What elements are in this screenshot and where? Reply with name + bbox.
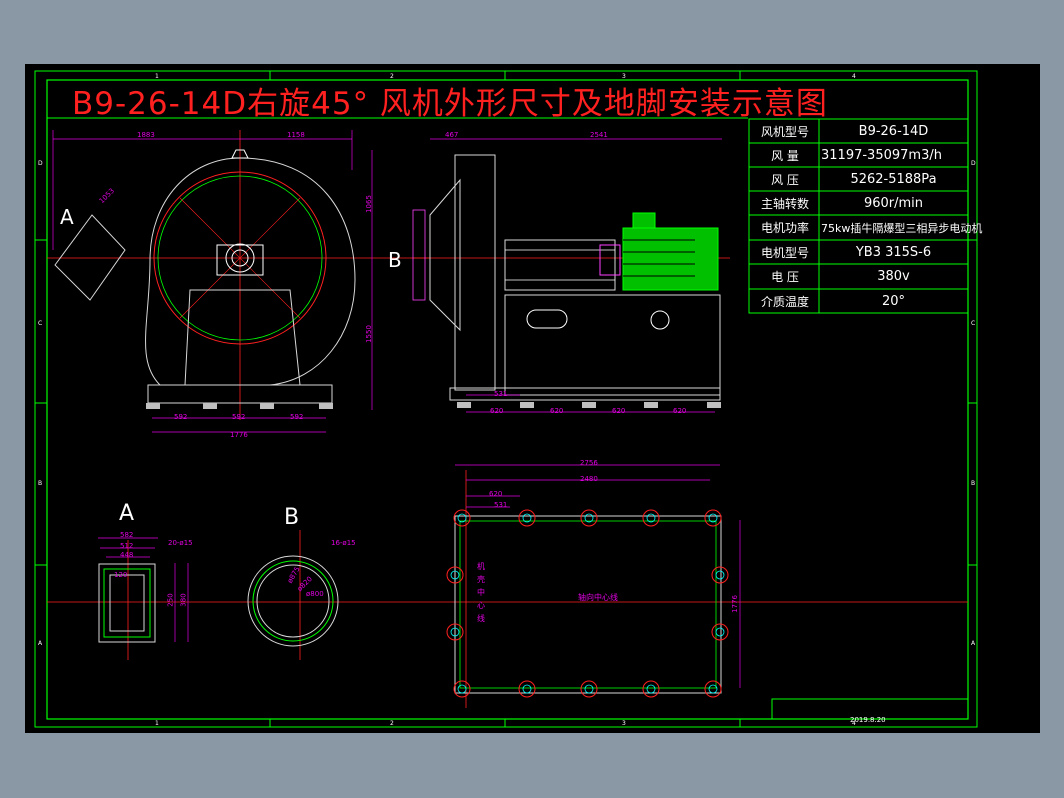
spec-label-5: 电机型号: [760, 245, 809, 260]
spec-label-1: 风 量: [771, 148, 799, 163]
dim-side-top-left: 467: [445, 131, 459, 139]
dim-plan-inner: 2480: [580, 475, 598, 483]
spec-value-7: 20°: [881, 293, 906, 309]
grid-row-label: B: [38, 480, 43, 487]
spec-label-0: 风机型号: [760, 124, 809, 139]
grid-col-label: 1: [155, 73, 159, 80]
dim-side-531: 531: [494, 390, 508, 398]
dim-front-height-lower: 1550: [364, 325, 373, 343]
plan-axis-label: 轴向中心线: [578, 593, 618, 602]
dim-a-h1: 250: [166, 593, 175, 607]
grid-col-label: 1: [155, 720, 159, 727]
dim-plan-total: 2756: [580, 459, 598, 467]
grid-col-label: 2: [390, 720, 394, 727]
spec-value-4: 75kw插牛隔爆型三相异步电动机: [821, 221, 983, 235]
dim-plan-height: 1776: [730, 595, 739, 613]
dim-plan-531: 531: [494, 501, 508, 509]
dim-front-bottom-3: 592: [290, 413, 304, 421]
dim-a-w3: 448: [120, 551, 134, 559]
dim-b-d3: ø800: [306, 590, 324, 598]
spec-value-5: YB3 315S-6: [855, 244, 932, 260]
view-label-b: B: [388, 248, 402, 272]
spec-value-0: B9-26-14D: [858, 123, 929, 139]
dim-front-top-left: 1883: [137, 131, 155, 139]
grid-row-label: D: [38, 160, 43, 167]
spec-value-1: 31197-35097m3/h: [821, 147, 942, 163]
grid-row-label: B: [971, 480, 976, 487]
spec-label-3: 主轴转数: [760, 196, 809, 211]
dim-a-w2: 512: [120, 542, 134, 550]
dim-front-bottom-2: 592: [232, 413, 246, 421]
grid-col-label: 2: [390, 73, 394, 80]
spec-label-7: 介质温度: [760, 294, 809, 309]
grid-row-label: A: [38, 640, 43, 647]
detail-label-a: A: [119, 501, 135, 526]
dim-a-holes: 20-ø15: [168, 539, 193, 547]
grid-col-label: 4: [852, 720, 856, 727]
dim-a-h2: 380: [179, 593, 188, 607]
spec-label-6: 电 压: [771, 270, 799, 284]
spec-value-3: 960r/min: [863, 195, 924, 211]
dim-side-top-right: 2541: [590, 131, 608, 139]
grid-row-label: A: [971, 640, 976, 647]
spec-label-4: 电机功率: [760, 221, 809, 235]
view-label-a: A: [60, 205, 74, 229]
drawing-title: B9-26-14D右旋45° 风机外形尺寸及地脚安装示意图: [72, 86, 828, 122]
grid-col-label: 4: [852, 73, 856, 80]
spec-label-2: 风 压: [771, 172, 799, 187]
dim-front-bottom-1: 592: [174, 413, 188, 421]
spec-value-6: 380v: [877, 269, 910, 284]
grid-col-label: 3: [622, 720, 626, 727]
dim-side-bottom-4: 620: [673, 407, 687, 415]
motor-body: [622, 227, 719, 291]
dim-front-bottom-total: 1776: [230, 431, 248, 439]
grid-row-label: C: [971, 320, 976, 327]
dim-side-bottom-3: 620: [612, 407, 626, 415]
dim-front-top-right: 1158: [287, 131, 305, 139]
dim-a-h3: 120: [114, 571, 128, 579]
grid-col-label: 3: [622, 73, 626, 80]
dim-b-holes: 16-ø15: [331, 539, 356, 547]
grid-row-label: C: [38, 320, 43, 327]
dim-front-height-upper: 1065: [364, 195, 373, 213]
detail-label-b: B: [284, 505, 300, 530]
plan-machine-center-label: 机壳中心线: [477, 562, 485, 623]
spec-value-2: 5262-5188Pa: [850, 171, 937, 187]
dim-plan-620: 620: [489, 490, 503, 498]
dim-a-w1: 582: [120, 531, 134, 539]
dim-side-bottom-1: 620: [490, 407, 504, 415]
dim-side-bottom-2: 620: [550, 407, 564, 415]
grid-row-label: D: [971, 160, 976, 167]
